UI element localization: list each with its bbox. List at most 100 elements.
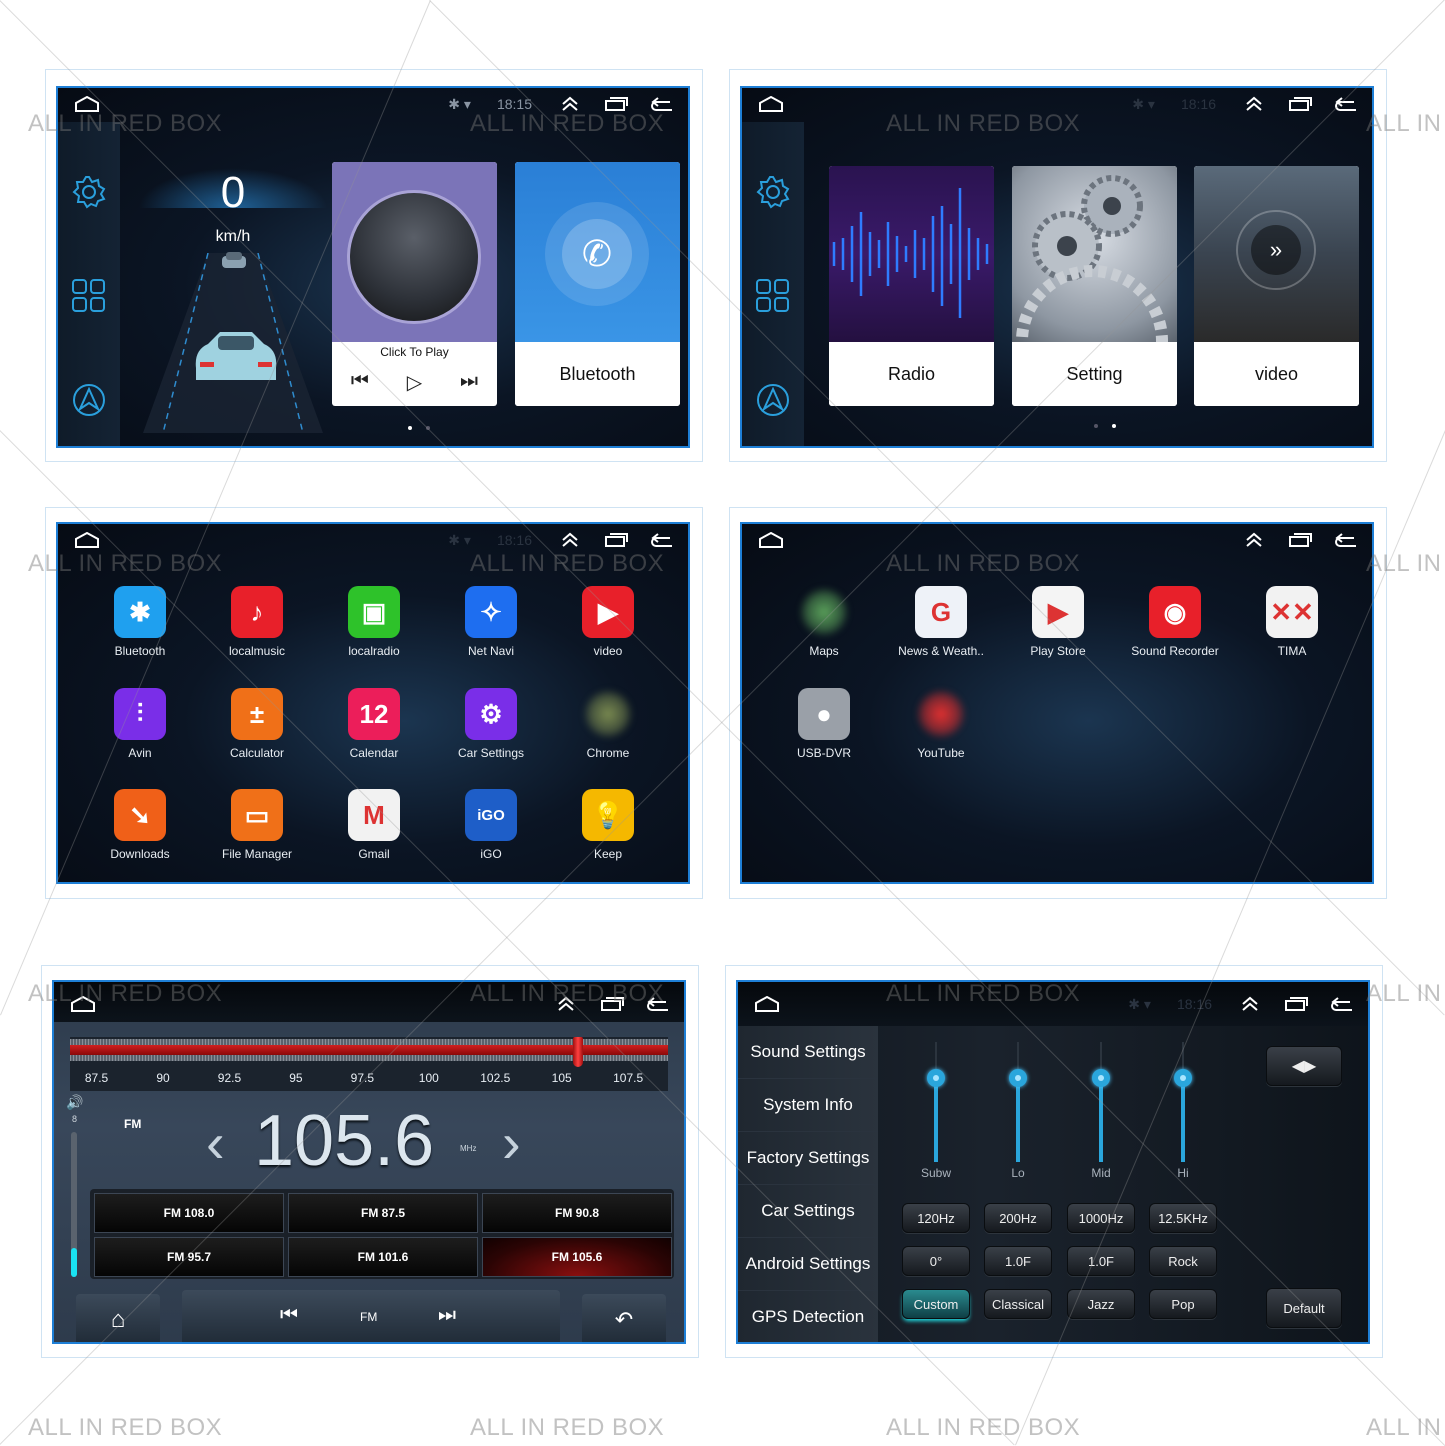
next-track-icon[interactable]: ⏭ — [460, 370, 478, 395]
chevron-up-double-icon[interactable] — [558, 94, 582, 114]
app-maps[interactable]: Maps — [769, 586, 879, 658]
radio-card[interactable]: Radio — [829, 166, 994, 406]
slider-knob[interactable] — [1092, 1069, 1110, 1087]
freq-button[interactable]: 120Hz — [902, 1203, 970, 1233]
home-icon[interactable] — [70, 996, 96, 1012]
app-file-manager[interactable]: ▭ File Manager — [202, 789, 312, 861]
seek-back-button[interactable]: ⏮ — [280, 1304, 298, 1327]
settings-menu-item[interactable]: Factory Settings — [738, 1132, 878, 1185]
back-icon[interactable] — [650, 94, 674, 114]
navigation-icon[interactable] — [755, 382, 791, 418]
home-icon[interactable] — [74, 532, 100, 548]
previous-track-icon[interactable]: ⏮ — [351, 370, 369, 395]
volume-icon[interactable]: 🔊 — [66, 1094, 83, 1111]
frequency-scale[interactable]: 87.5 90 92.5 95 97.5 100 102.5 105 107.5 — [70, 1037, 668, 1091]
eq-slider[interactable] — [926, 1042, 946, 1162]
recent-apps-icon[interactable] — [604, 530, 628, 550]
music-card[interactable]: Click To Play ⏮ ▷ ⏭ — [332, 162, 497, 406]
app-play-store[interactable]: ▶ Play Store — [1003, 586, 1113, 658]
navigation-icon[interactable] — [71, 382, 107, 418]
eq-slider[interactable] — [1091, 1042, 1111, 1162]
bottom-band-label[interactable]: FM — [360, 1310, 377, 1324]
back-button[interactable]: ↶ — [582, 1294, 666, 1342]
app-calculator[interactable]: ± Calculator — [202, 688, 312, 760]
chevron-up-double-icon[interactable] — [554, 994, 578, 1014]
seek-forward-button[interactable]: ⏭ — [438, 1304, 456, 1327]
preset-button[interactable]: FM 90.8 — [482, 1193, 672, 1233]
app-downloads[interactable]: ➘ Downloads — [85, 789, 195, 861]
app-chrome[interactable]: Chrome — [553, 688, 663, 760]
value-button[interactable]: Rock — [1149, 1246, 1217, 1276]
settings-menu-item[interactable]: GPS Detection — [738, 1291, 878, 1342]
preset-button[interactable]: FM 108.0 — [94, 1193, 284, 1233]
app-sound-recorder[interactable]: ◉ Sound Recorder — [1120, 586, 1230, 658]
eq-preset-button[interactable]: Jazz — [1067, 1289, 1135, 1319]
app-grid-icon[interactable] — [755, 278, 791, 314]
preset-button[interactable]: FM 87.5 — [288, 1193, 478, 1233]
bluetooth-card[interactable]: ✆ Bluetooth — [515, 162, 680, 406]
app-net-navi[interactable]: ✧ Net Navi — [436, 586, 546, 658]
app-bluetooth[interactable]: ✱ Bluetooth — [85, 586, 195, 658]
app-car-settings[interactable]: ⚙ Car Settings — [436, 688, 546, 760]
eq-preset-button[interactable]: Custom — [902, 1289, 970, 1319]
video-card[interactable]: » video — [1194, 166, 1359, 406]
back-icon[interactable] — [646, 994, 670, 1014]
back-icon[interactable] — [1330, 994, 1354, 1014]
app-gmail[interactable]: M Gmail — [319, 789, 429, 861]
settings-menu-item[interactable]: Car Settings — [738, 1185, 878, 1238]
chevron-up-double-icon[interactable] — [558, 530, 582, 550]
preset-button[interactable]: FM 95.7 — [94, 1237, 284, 1277]
setting-card[interactable]: Setting — [1012, 166, 1177, 406]
app-usb-dvr[interactable]: ● USB-DVR — [769, 688, 879, 760]
tuner-needle[interactable] — [572, 1037, 583, 1067]
eq-slider[interactable] — [1173, 1042, 1193, 1162]
page-dot[interactable] — [1094, 424, 1098, 428]
page-dot-active[interactable] — [1112, 424, 1116, 428]
recent-apps-icon[interactable] — [1284, 994, 1308, 1014]
app-video[interactable]: ▶ video — [553, 586, 663, 658]
page-dot[interactable] — [426, 426, 430, 430]
chevron-up-double-icon[interactable] — [1242, 530, 1266, 550]
app-youtube[interactable]: YouTube — [886, 688, 996, 760]
play-icon[interactable]: ▷ — [407, 370, 422, 395]
app-localradio[interactable]: ▣ localradio — [319, 586, 429, 658]
gear-icon[interactable] — [755, 174, 791, 210]
back-icon[interactable] — [1334, 94, 1358, 114]
value-button[interactable]: 0° — [902, 1246, 970, 1276]
app-igo[interactable]: iGO iGO — [436, 789, 546, 861]
balance-fader-button[interactable]: ◀▶ — [1266, 1046, 1342, 1086]
app-tima[interactable]: ✕✕ TIMA — [1237, 586, 1347, 658]
eq-preset-button[interactable]: Classical — [984, 1289, 1052, 1319]
app-calendar[interactable]: 12 Calendar — [319, 688, 429, 760]
preset-button[interactable]: FM 101.6 — [288, 1237, 478, 1277]
eq-slider[interactable] — [1008, 1042, 1028, 1162]
home-icon[interactable] — [758, 96, 784, 112]
settings-menu-item[interactable]: Sound Settings — [738, 1026, 878, 1079]
prev-station-chevron[interactable]: ‹ — [206, 1110, 225, 1175]
value-button[interactable]: 1.0F — [984, 1246, 1052, 1276]
default-button[interactable]: Default — [1266, 1288, 1342, 1328]
volume-slider[interactable] — [71, 1132, 77, 1277]
chevron-up-double-icon[interactable] — [1242, 94, 1266, 114]
app-localmusic[interactable]: ♪ localmusic — [202, 586, 312, 658]
home-button[interactable]: ⌂ — [76, 1294, 160, 1342]
recent-apps-icon[interactable] — [604, 94, 628, 114]
chevron-up-double-icon[interactable] — [1238, 994, 1262, 1014]
home-icon[interactable] — [754, 996, 780, 1012]
app-keep[interactable]: 💡 Keep — [553, 789, 663, 861]
page-dot-active[interactable] — [408, 426, 412, 430]
home-icon[interactable] — [74, 96, 100, 112]
recent-apps-icon[interactable] — [1288, 530, 1312, 550]
value-button[interactable]: 1.0F — [1067, 1246, 1135, 1276]
freq-button[interactable]: 200Hz — [984, 1203, 1052, 1233]
slider-knob[interactable] — [927, 1069, 945, 1087]
slider-knob[interactable] — [1174, 1069, 1192, 1087]
next-station-chevron[interactable]: › — [502, 1110, 521, 1175]
gear-icon[interactable] — [71, 174, 107, 210]
back-icon[interactable] — [650, 530, 674, 550]
app-avin[interactable]: ⫶ Avin — [85, 688, 195, 760]
preset-button[interactable]: FM 105.6 — [482, 1237, 672, 1277]
recent-apps-icon[interactable] — [600, 994, 624, 1014]
app-news-weath[interactable]: G News & Weath.. — [886, 586, 996, 658]
freq-button[interactable]: 1000Hz — [1067, 1203, 1135, 1233]
